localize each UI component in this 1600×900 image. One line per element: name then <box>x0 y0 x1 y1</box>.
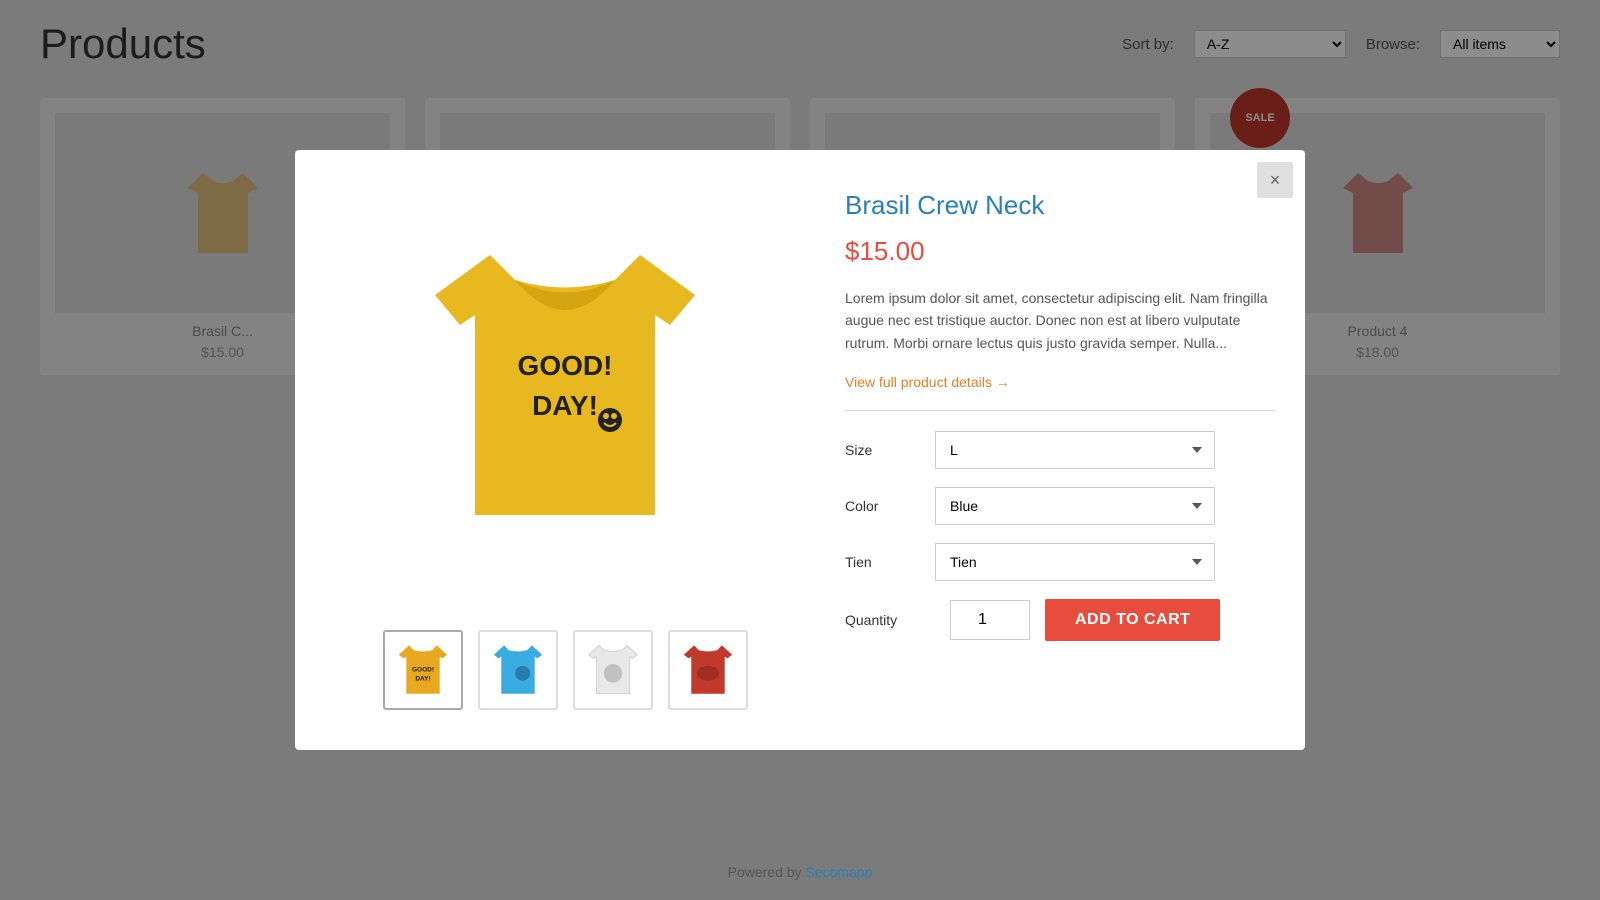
size-label: Size <box>845 442 935 458</box>
quantity-label: Quantity <box>845 612 935 628</box>
powered-by-text: Powered by <box>728 864 802 880</box>
thumbnail-row: GOOD! DAY! <box>383 630 748 710</box>
quantity-row: Quantity ADD TO CART <box>845 599 1275 641</box>
tien-option-row: Tien Tien Option 2 Option 3 <box>845 543 1275 581</box>
thumbnail-blue[interactable] <box>478 630 558 710</box>
color-option-row: Color Blue Yellow White Red <box>845 487 1275 525</box>
product-price: $15.00 <box>845 236 1275 267</box>
tien-label: Tien <box>845 554 935 570</box>
powered-by-link[interactable]: Secomapp <box>805 864 872 880</box>
svg-text:DAY!: DAY! <box>415 675 430 682</box>
tien-select[interactable]: Tien Option 2 Option 3 <box>935 543 1215 581</box>
color-label: Color <box>845 498 935 514</box>
modal-close-button[interactable]: × <box>1257 162 1293 198</box>
thumbnail-red[interactable] <box>668 630 748 710</box>
size-select[interactable]: XS S M L XL XXL <box>935 431 1215 469</box>
modal-details-section: Brasil Crew Neck $15.00 Lorem ipsum dolo… <box>845 180 1275 720</box>
divider <box>845 410 1275 411</box>
add-to-cart-button[interactable]: ADD TO CART <box>1045 599 1220 641</box>
main-product-image: GOOD! DAY! <box>375 180 755 600</box>
thumbnail-yellow[interactable]: GOOD! DAY! <box>383 630 463 710</box>
color-select[interactable]: Blue Yellow White Red <box>935 487 1215 525</box>
size-option-row: Size XS S M L XL XXL <box>845 431 1275 469</box>
thumbnail-white[interactable] <box>573 630 653 710</box>
quantity-input[interactable] <box>950 600 1030 640</box>
view-details-link[interactable]: View full product details → <box>845 374 1010 390</box>
product-modal: × GOOD! DAY! <box>295 150 1305 750</box>
modal-image-section: GOOD! DAY! GOOD! DAY! <box>325 180 805 720</box>
svg-text:DAY!: DAY! <box>532 390 598 421</box>
product-description: Lorem ipsum dolor sit amet, consectetur … <box>845 287 1275 354</box>
product-title: Brasil Crew Neck <box>845 190 1275 221</box>
powered-by-footer: Powered by Secomapp <box>728 864 873 880</box>
svg-text:GOOD!: GOOD! <box>411 666 433 673</box>
modal-overlay[interactable]: × GOOD! DAY! <box>0 0 1600 900</box>
svg-text:GOOD!: GOOD! <box>518 350 613 381</box>
